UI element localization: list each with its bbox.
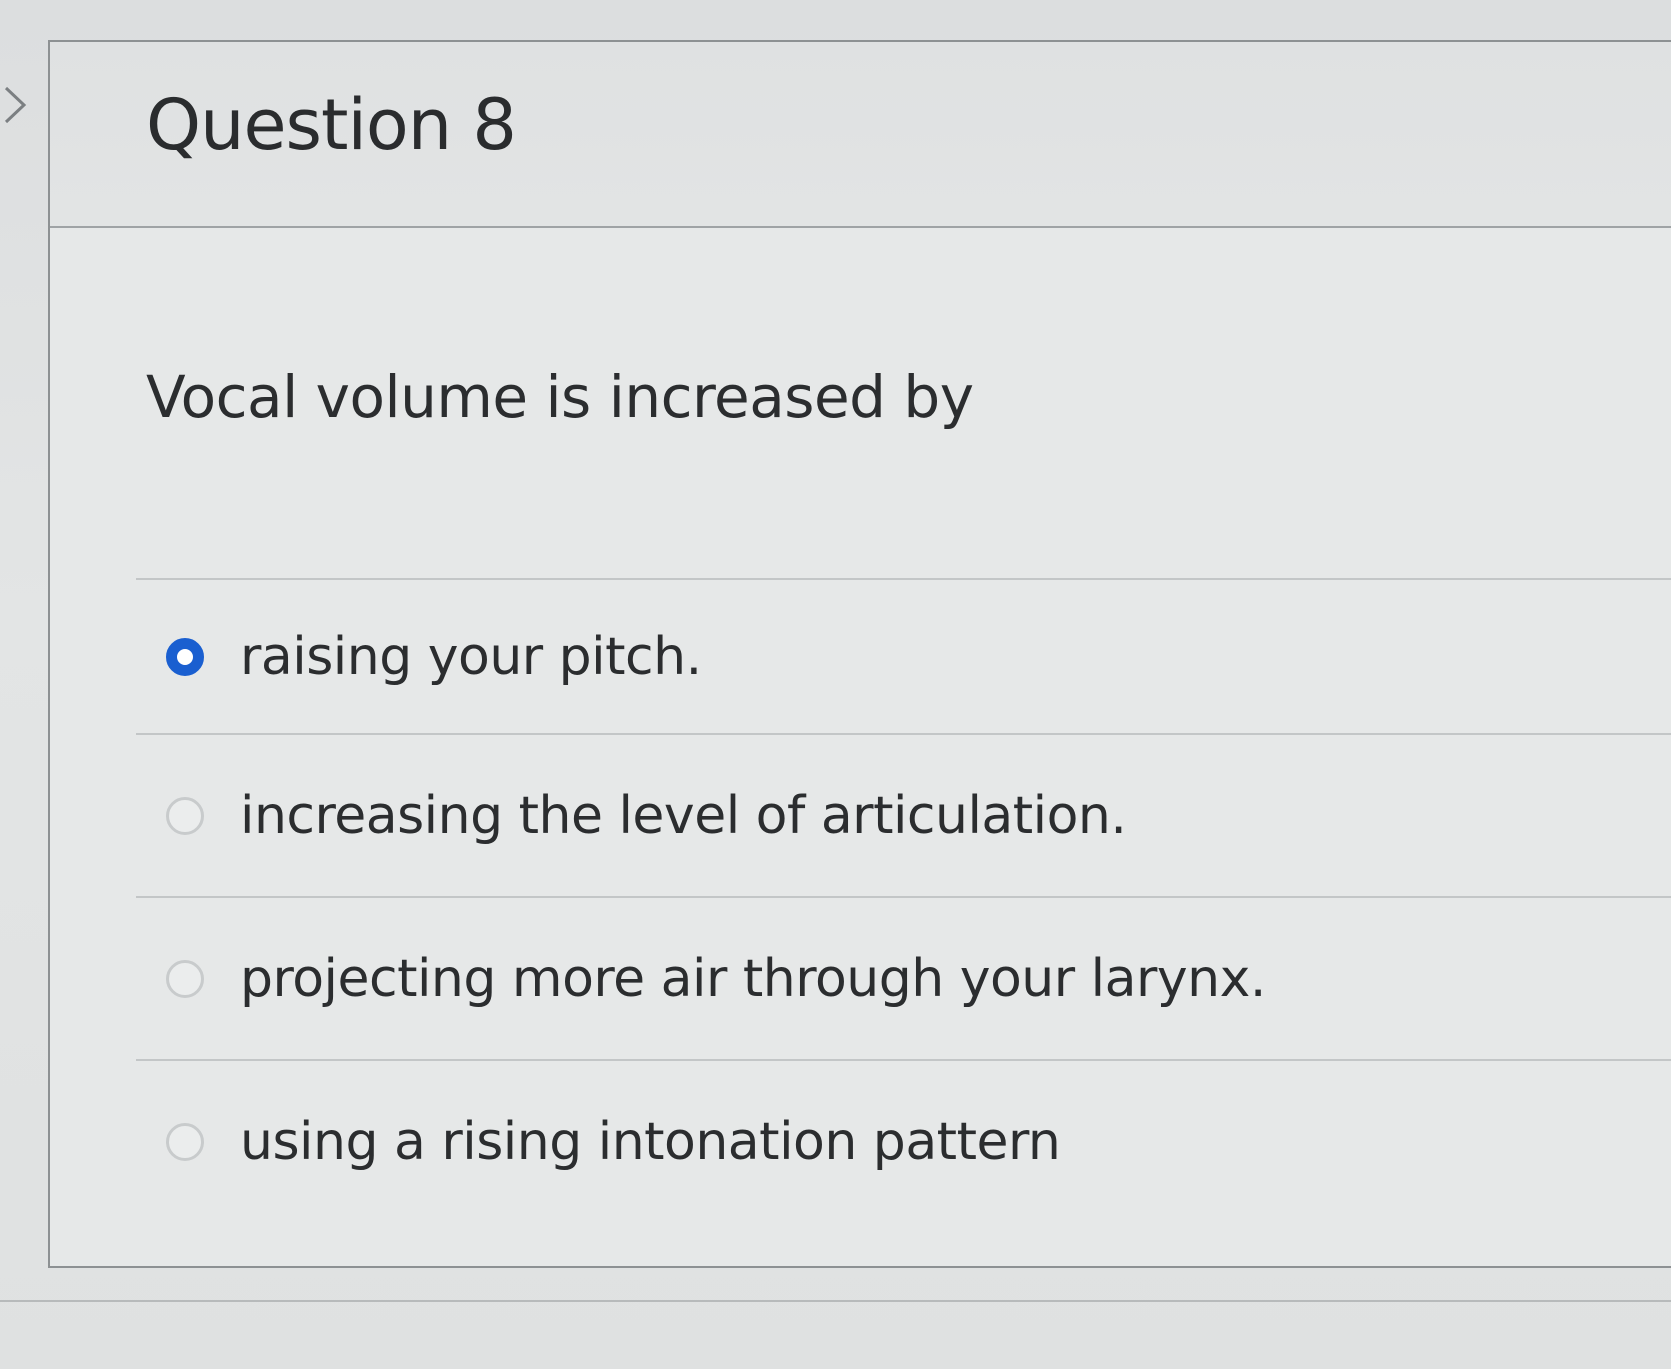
radio-selected-icon[interactable] [166, 637, 204, 676]
answer-label: increasing the level of articulation. [240, 785, 1127, 846]
question-prompt: Vocal volume is increased by [146, 363, 974, 431]
answer-option[interactable]: increasing the level of articulation. [136, 733, 1671, 896]
radio-unselected-icon[interactable] [166, 796, 204, 835]
question-header: Question 8 [50, 42, 1671, 228]
question-title: Question 8 [146, 84, 517, 166]
answer-option[interactable]: raising your pitch. [136, 578, 1671, 733]
chevron-right-icon[interactable] [0, 80, 30, 130]
answer-option[interactable]: using a rising intonation pattern [136, 1059, 1671, 1222]
answer-label: projecting more air through your larynx. [240, 948, 1266, 1009]
answer-list: raising your pitch. increasing the level… [136, 578, 1671, 1222]
radio-unselected-icon[interactable] [166, 1122, 204, 1161]
answer-label: raising your pitch. [240, 626, 702, 687]
answer-option[interactable]: projecting more air through your larynx. [136, 896, 1671, 1059]
radio-unselected-icon[interactable] [166, 959, 204, 998]
quiz-page: Question 8 Vocal volume is increased by … [0, 0, 1671, 1369]
page-divider [0, 1300, 1671, 1302]
question-card: Question 8 Vocal volume is increased by … [48, 40, 1671, 1268]
answer-label: using a rising intonation pattern [240, 1111, 1061, 1172]
